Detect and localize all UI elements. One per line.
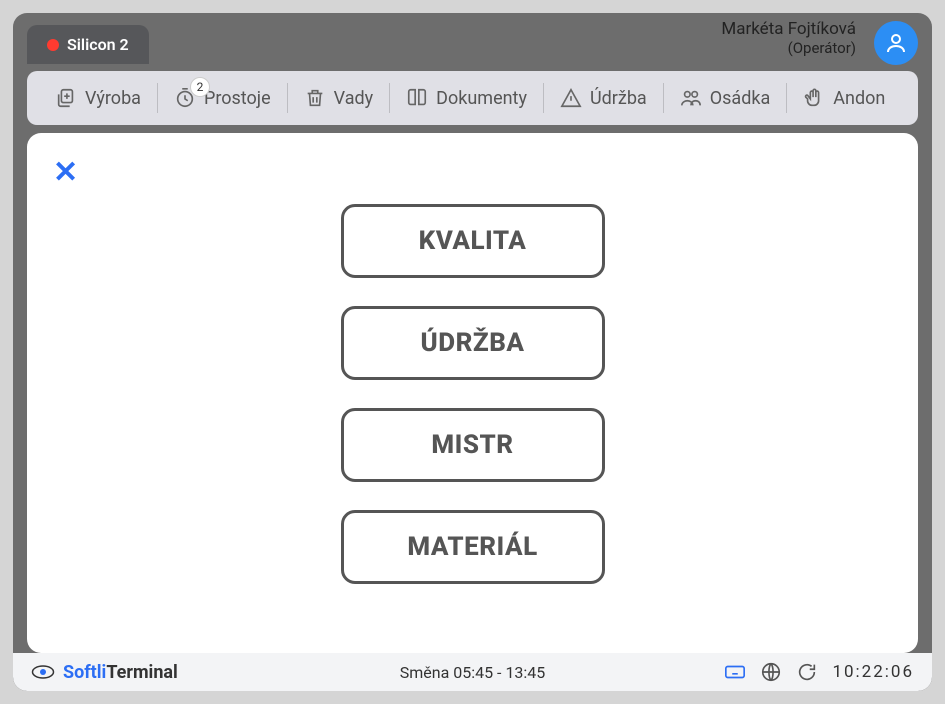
andon-button-list: KVALITA ÚDRŽBA MISTR MATERIÁL	[43, 204, 902, 584]
toolbar-label: Andon	[833, 88, 885, 109]
status-dot-icon	[47, 39, 59, 51]
book-icon	[406, 87, 428, 109]
toolbar-label: Osádka	[710, 88, 771, 109]
toolbar-label: Dokumenty	[436, 88, 527, 109]
user-role: (Operátor)	[721, 39, 856, 57]
shift-label: Směna 05:45 - 13:45	[400, 663, 546, 682]
andon-material-button[interactable]: MATERIÁL	[341, 510, 605, 584]
toolbar-item-vady[interactable]: Vady	[288, 81, 390, 115]
people-icon	[680, 87, 702, 109]
toolbar-label: Vady	[334, 88, 374, 109]
brand-logo: SoftliTerminal	[31, 662, 178, 683]
andon-udrzba-button[interactable]: ÚDRŽBA	[341, 306, 605, 380]
workstation-tab[interactable]: Silicon 2	[27, 25, 149, 64]
refresh-icon[interactable]	[796, 661, 818, 683]
toolbar-label: Výroba	[85, 88, 141, 109]
brand-prefix: Softli	[63, 662, 106, 683]
toolbar-item-osadka[interactable]: Osádka	[664, 81, 787, 115]
keyboard-icon[interactable]	[724, 661, 746, 683]
toolbar-label: Prostoje	[204, 88, 271, 109]
copy-plus-icon	[55, 87, 77, 109]
toolbar-label: Údržba	[590, 88, 647, 109]
badge-count: 2	[190, 77, 210, 97]
user-avatar[interactable]	[874, 21, 918, 65]
andon-mistr-button[interactable]: MISTR	[341, 408, 605, 482]
tab-label: Silicon 2	[67, 35, 129, 54]
close-button[interactable]: ✕	[43, 149, 88, 196]
hand-icon	[803, 87, 825, 109]
toolbar-item-udrzba[interactable]: Údržba	[544, 81, 663, 115]
person-icon	[884, 31, 908, 55]
main-toolbar: Výroba Prostoje 2 Vady Dokumenty Údržba …	[27, 71, 918, 125]
clock-label: 10:22:06	[832, 662, 914, 682]
toolbar-item-dokumenty[interactable]: Dokumenty	[390, 81, 543, 115]
user-name: Markéta Fojtíková	[721, 19, 856, 39]
content-area: ✕ KVALITA ÚDRŽBA MISTR MATERIÁL	[27, 133, 918, 653]
toolbar-item-andon[interactable]: Andon	[787, 81, 901, 115]
brand-suffix: Terminal	[106, 662, 178, 683]
toolbar-item-prostoje[interactable]: Prostoje 2	[158, 81, 287, 115]
status-bar: SoftliTerminal Směna 05:45 - 13:45 10:22…	[13, 653, 932, 691]
trash-icon	[304, 87, 326, 109]
warning-icon	[560, 87, 582, 109]
toolbar-item-vyroba[interactable]: Výroba	[39, 81, 157, 115]
header-bar: Silicon 2 Markéta Fojtíková (Operátor)	[13, 13, 932, 71]
user-block: Markéta Fojtíková (Operátor)	[721, 19, 856, 57]
globe-icon[interactable]	[760, 661, 782, 683]
andon-kvalita-button[interactable]: KVALITA	[341, 204, 605, 278]
eye-icon	[31, 664, 55, 680]
